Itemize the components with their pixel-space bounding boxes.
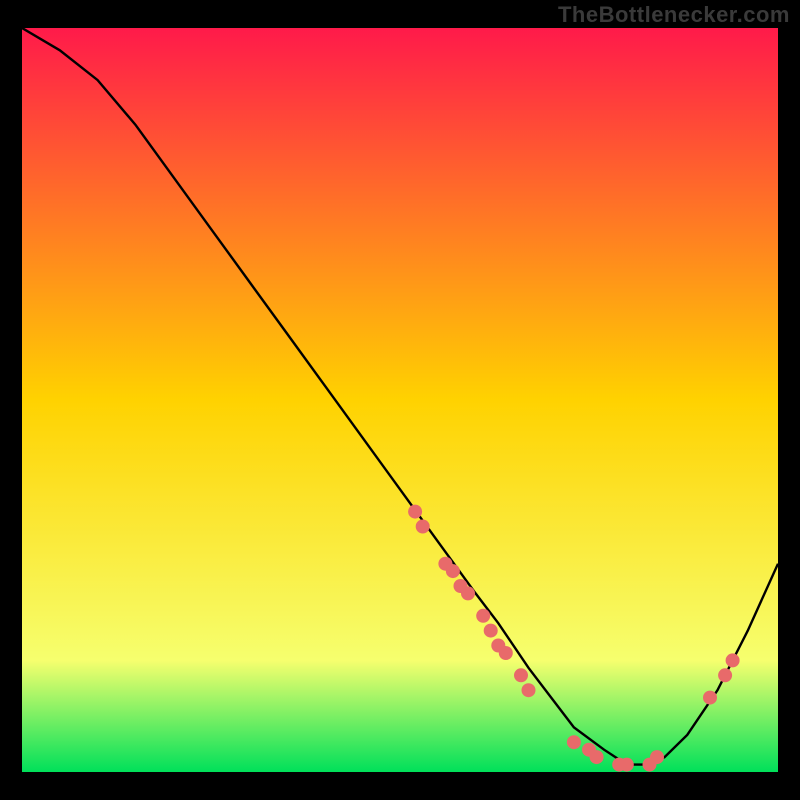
- data-marker: [650, 750, 664, 764]
- data-marker: [416, 520, 430, 534]
- data-marker: [567, 735, 581, 749]
- data-marker: [446, 564, 460, 578]
- gradient-background: [22, 28, 778, 772]
- data-marker: [718, 668, 732, 682]
- data-marker: [484, 624, 498, 638]
- data-marker: [522, 683, 536, 697]
- data-marker: [703, 691, 717, 705]
- data-marker: [461, 586, 475, 600]
- chart-svg: [22, 28, 778, 772]
- data-marker: [726, 653, 740, 667]
- watermark-text: TheBottlenecker.com: [558, 2, 790, 28]
- data-marker: [590, 750, 604, 764]
- data-marker: [476, 609, 490, 623]
- data-marker: [499, 646, 513, 660]
- plot-area: [22, 28, 778, 772]
- chart-frame: TheBottlenecker.com: [0, 0, 800, 800]
- data-marker: [408, 505, 422, 519]
- data-marker: [514, 668, 528, 682]
- data-marker: [620, 758, 634, 772]
